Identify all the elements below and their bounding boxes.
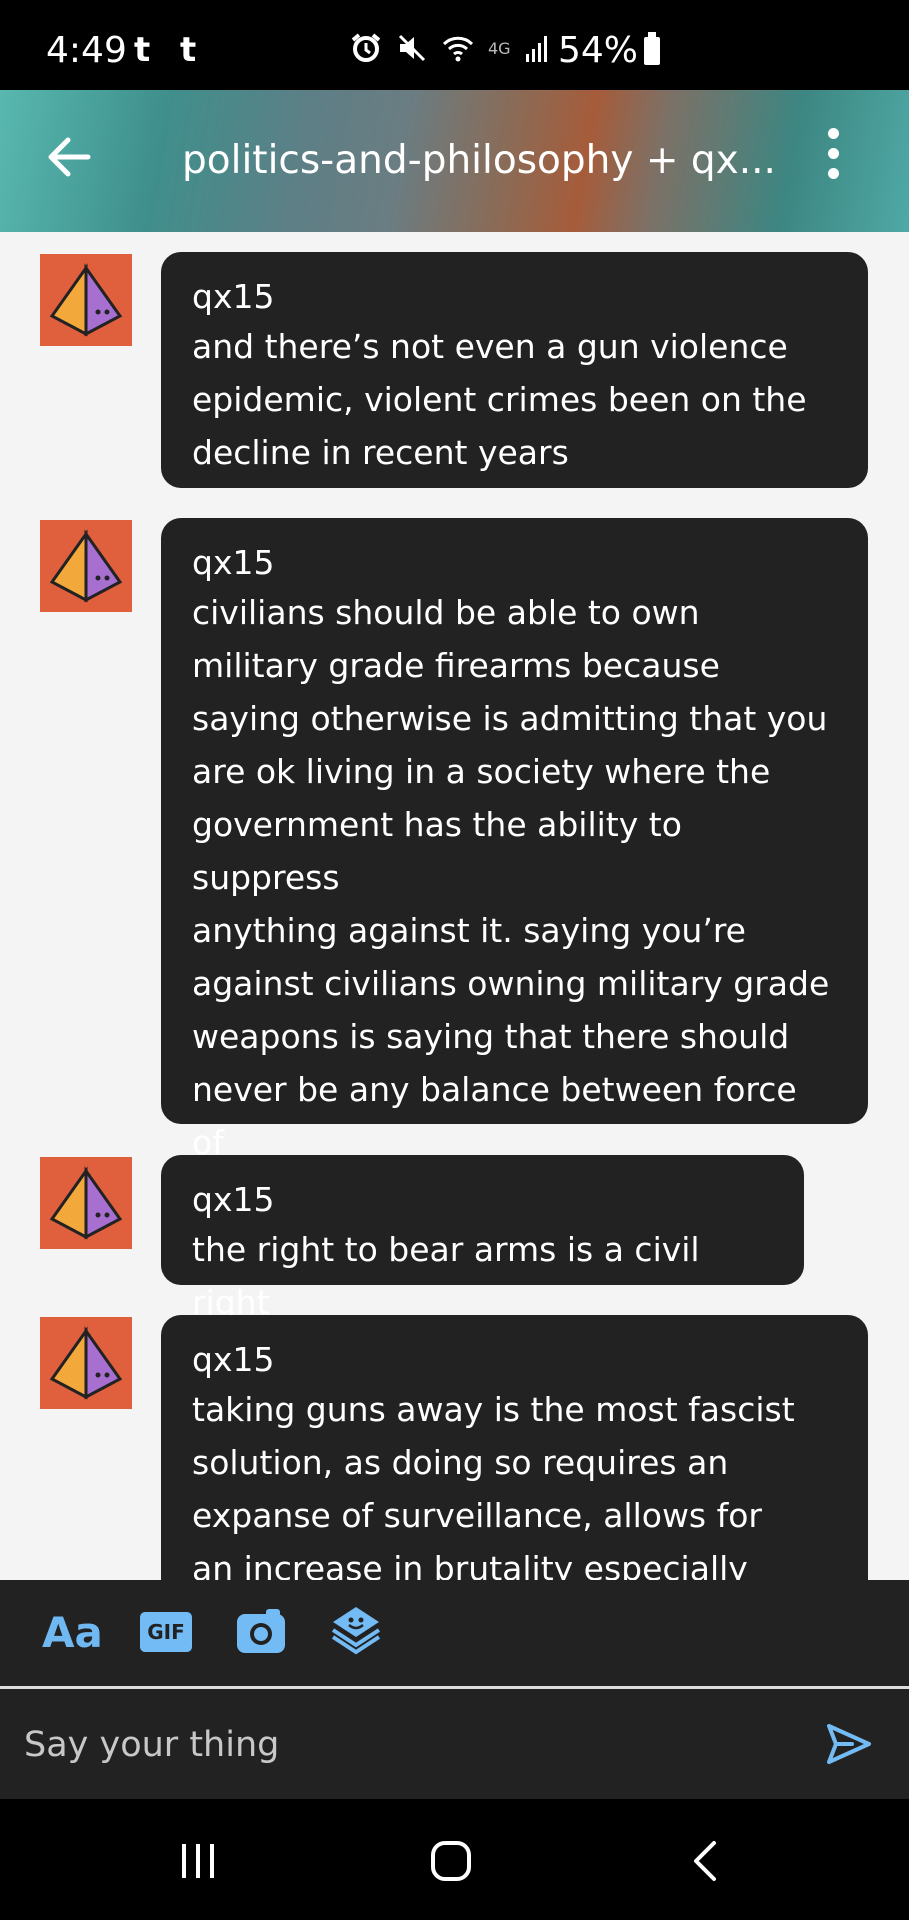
- pyramid-avatar-icon: [49, 1166, 123, 1240]
- message-item: qx15 and there’s not even a gun violence…: [0, 232, 909, 497]
- sticker-icon[interactable]: [330, 1604, 382, 1656]
- message-text: taking guns away is the most fascist sol…: [192, 1390, 795, 1580]
- message-author[interactable]: qx15: [192, 1337, 838, 1383]
- message-author[interactable]: qx15: [192, 1177, 774, 1223]
- avatar[interactable]: [40, 1157, 132, 1249]
- pyramid-avatar-icon: [49, 529, 123, 603]
- message-bubble[interactable]: qx15 civilians should be able to own mil…: [161, 518, 868, 1215]
- tumblr-notification-icon: t: [134, 30, 151, 70]
- battery-icon: [644, 31, 661, 65]
- message-author[interactable]: qx15: [192, 274, 838, 320]
- send-icon[interactable]: [826, 1723, 872, 1765]
- message-text: and there’s not even a gun violence epid…: [192, 327, 807, 472]
- message-text: civilians should be able to own military…: [192, 593, 830, 1215]
- alarm-icon: [351, 33, 381, 62]
- status-time: 4:49: [46, 30, 127, 71]
- pyramid-avatar-icon: [49, 1326, 123, 1400]
- message-author[interactable]: qx15: [192, 540, 838, 586]
- text-format-icon[interactable]: Aa: [42, 1608, 103, 1657]
- recent-apps-icon[interactable]: [178, 1841, 218, 1881]
- status-icons: 4G: [350, 32, 551, 64]
- system-back-icon[interactable]: [690, 1839, 720, 1883]
- system-nav-bar: [0, 1799, 909, 1920]
- battery-percent: 54%: [558, 30, 639, 71]
- message-composer: [0, 1689, 909, 1799]
- message-item: qx15 taking guns away is the most fascis…: [0, 1295, 909, 1580]
- message-bubble[interactable]: qx15 and there’s not even a gun violence…: [161, 252, 868, 488]
- pyramid-avatar-icon: [49, 263, 123, 337]
- message-item: qx15 the right to bear arms is a civil r…: [0, 1135, 909, 1322]
- avatar[interactable]: [40, 254, 132, 346]
- status-bar: 4:49 t t 4G 54%: [0, 0, 909, 90]
- more-options-icon[interactable]: [826, 128, 840, 188]
- gif-icon[interactable]: GIF: [140, 1612, 192, 1652]
- conversation-header: politics-and-philosophy + qx...: [0, 90, 909, 232]
- wifi-icon: [442, 36, 474, 62]
- message-list[interactable]: qx15 and there’s not even a gun violence…: [0, 232, 909, 1580]
- battery-indicator: 54%: [558, 30, 661, 71]
- home-icon[interactable]: [429, 1839, 473, 1883]
- camera-icon[interactable]: [236, 1608, 286, 1654]
- back-arrow-icon[interactable]: [44, 132, 94, 182]
- signal-icon: [525, 36, 547, 62]
- avatar[interactable]: [40, 520, 132, 612]
- avatar[interactable]: [40, 1317, 132, 1409]
- message-input[interactable]: [22, 1717, 806, 1773]
- message-item: qx15 civilians should be able to own mil…: [0, 498, 909, 1215]
- conversation-title[interactable]: politics-and-philosophy + qx...: [182, 138, 776, 183]
- tumblr-notification-icon: t: [180, 30, 197, 70]
- mute-icon: [398, 34, 426, 62]
- network-type-label: 4G: [488, 38, 511, 58]
- compose-toolbar: Aa GIF: [0, 1580, 909, 1686]
- message-bubble[interactable]: qx15 the right to bear arms is a civil r…: [161, 1155, 804, 1322]
- message-bubble[interactable]: qx15 taking guns away is the most fascis…: [161, 1315, 868, 1580]
